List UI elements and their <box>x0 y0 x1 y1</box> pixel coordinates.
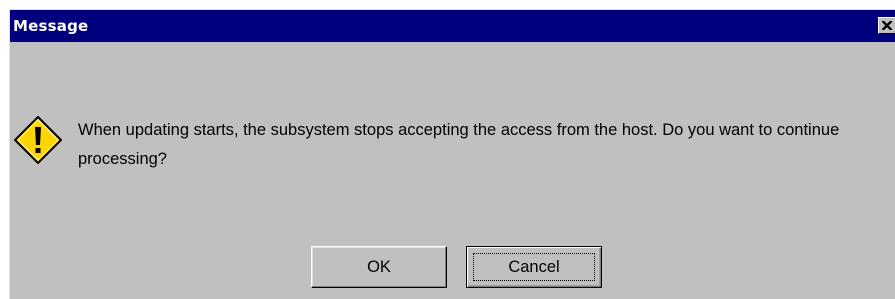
dialog-message: When updating starts, the subsystem stop… <box>78 121 840 168</box>
message-dialog: Message When updating starts, the subsys… <box>9 9 895 299</box>
title-bar[interactable]: Message <box>10 10 895 42</box>
close-icon <box>882 21 892 30</box>
warning-icon <box>14 116 62 164</box>
cancel-button[interactable]: Cancel <box>466 246 602 288</box>
ok-button[interactable]: OK <box>311 246 447 288</box>
close-button[interactable] <box>878 17 895 34</box>
cancel-button-label: Cancel <box>508 258 560 276</box>
window-title: Message <box>13 17 89 35</box>
